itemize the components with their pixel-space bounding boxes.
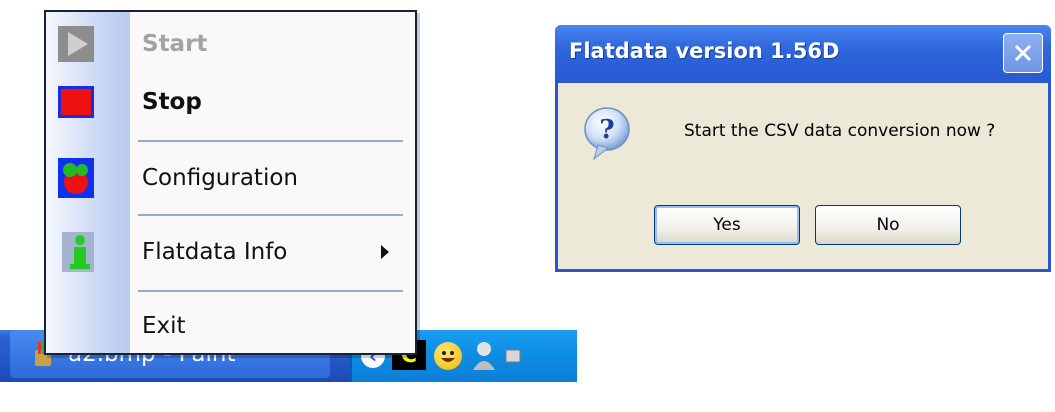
- menu-item-label: Stop: [142, 89, 202, 115]
- menu-item-exit[interactable]: Exit: [46, 298, 415, 354]
- stop-square-icon: [58, 86, 94, 118]
- dialog-message: Start the CSV data conversion now ?: [684, 121, 996, 141]
- menu-separator: [138, 140, 403, 142]
- user-account-icon[interactable]: [470, 340, 498, 372]
- menu-item-label: Start: [142, 31, 208, 57]
- dialog-title: Flatdata version 1.56D: [569, 39, 840, 63]
- submenu-arrow-icon: [381, 245, 389, 259]
- tray-context-menu: Start Stop Configuration Flatdata Info E…: [44, 10, 417, 355]
- menu-item-label: Configuration: [142, 165, 298, 191]
- start-play-icon: [58, 26, 94, 62]
- menu-item-start[interactable]: Start: [46, 16, 415, 72]
- dialog-close-button[interactable]: [1003, 33, 1043, 73]
- dialog-titlebar[interactable]: Flatdata version 1.56D: [555, 25, 1051, 83]
- menu-separator: [138, 290, 403, 292]
- yes-button[interactable]: Yes: [654, 205, 800, 245]
- no-button[interactable]: No: [815, 205, 961, 245]
- menu-item-stop[interactable]: Stop: [46, 74, 415, 130]
- menu-item-flatdata-info[interactable]: Flatdata Info: [46, 224, 415, 280]
- messenger-smiley-icon[interactable]: [434, 342, 462, 370]
- menu-item-label: Exit: [142, 313, 186, 339]
- confirm-dialog: Flatdata version 1.56D ? Start the CSV d…: [555, 25, 1051, 272]
- question-icon: ?: [584, 107, 630, 161]
- info-icon: [62, 232, 94, 272]
- svg-text:?: ?: [599, 115, 614, 145]
- menu-item-configuration[interactable]: Configuration: [46, 150, 415, 206]
- menu-item-label: Flatdata Info: [142, 239, 288, 265]
- network-tray-icon[interactable]: [504, 346, 524, 368]
- configuration-icon: [58, 158, 94, 198]
- menu-separator: [138, 214, 403, 216]
- close-icon: [1014, 44, 1032, 62]
- smiley-face-icon: [441, 351, 455, 362]
